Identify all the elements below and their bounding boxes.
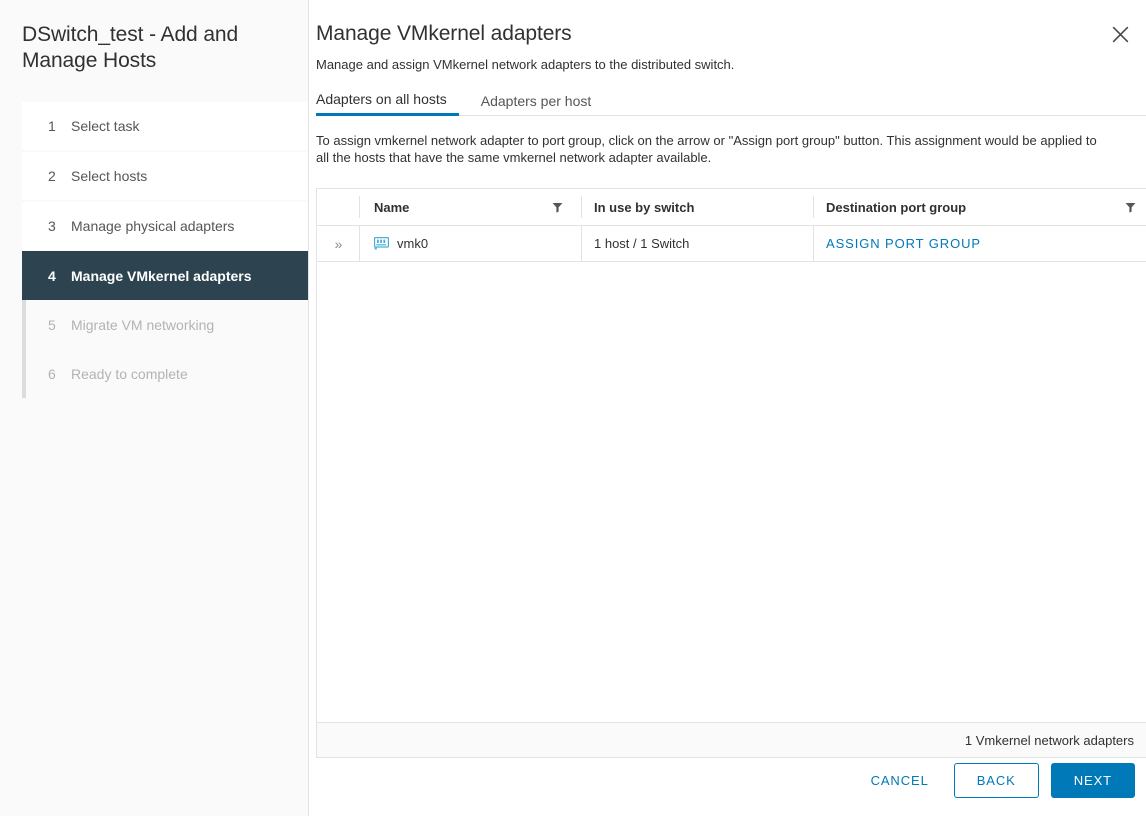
row-name-cell: vmk0 (359, 226, 581, 261)
wizard-main-panel: Manage VMkernel adapters Manage and assi… (309, 0, 1146, 816)
table-body: » vmk0 (317, 226, 1146, 722)
sidebar-step-ready-to-complete: 6 Ready to complete (22, 349, 308, 398)
table-row[interactable]: » vmk0 (317, 226, 1146, 262)
column-label-in-use-by-switch: In use by switch (594, 200, 694, 215)
sidebar-step-manage-physical-adapters[interactable]: 3 Manage physical adapters (22, 202, 308, 251)
table-header-row: Name In use by switch Destination port g… (317, 189, 1146, 226)
tab-bar: Adapters on all hosts Adapters per host (316, 89, 1146, 116)
step-number: 4 (48, 268, 64, 284)
column-label-destination-port-group: Destination port group (826, 200, 966, 215)
next-button[interactable]: NEXT (1051, 763, 1135, 798)
cancel-button[interactable]: CANCEL (856, 763, 944, 798)
step-label: Select task (71, 118, 139, 134)
filter-icon[interactable] (1125, 202, 1136, 213)
tab-adapters-per-host[interactable]: Adapters per host (481, 93, 604, 115)
step-label: Migrate VM networking (71, 317, 214, 333)
step-label: Manage physical adapters (71, 218, 234, 234)
table-header-in-use-by-switch[interactable]: In use by switch (581, 196, 813, 218)
add-and-manage-hosts-wizard: DSwitch_test - Add and Manage Hosts 1 Se… (0, 0, 1146, 816)
row-destination-port-group-cell: ASSIGN PORT GROUP (813, 226, 1146, 261)
table-header-destination-port-group[interactable]: Destination port group (813, 196, 1146, 218)
wizard-sidebar: DSwitch_test - Add and Manage Hosts 1 Se… (0, 0, 309, 816)
wizard-footer: CANCEL BACK NEXT (309, 744, 1146, 816)
step-number: 6 (48, 366, 64, 382)
wizard-title: DSwitch_test - Add and Manage Hosts (0, 0, 308, 74)
assignment-info-text: To assign vmkernel network adapter to po… (316, 132, 1106, 166)
tab-adapters-on-all-hosts[interactable]: Adapters on all hosts (316, 91, 459, 116)
table-header-name[interactable]: Name (359, 196, 581, 218)
tab-label: Adapters on all hosts (316, 91, 447, 107)
filter-icon[interactable] (552, 202, 563, 213)
back-button[interactable]: BACK (954, 763, 1039, 798)
step-number: 1 (48, 118, 64, 134)
step-label: Select hosts (71, 168, 147, 184)
table-header-expander (317, 196, 359, 218)
wizard-step-list: 1 Select task 2 Select hosts 3 Manage ph… (0, 102, 308, 398)
step-number: 2 (48, 168, 64, 184)
step-number: 3 (48, 218, 64, 234)
vmkernel-adapter-icon (374, 237, 389, 250)
vmkernel-adapters-table: Name In use by switch Destination port g… (316, 188, 1146, 758)
page-title: Manage VMkernel adapters (309, 0, 1146, 46)
row-in-use-by-switch-cell: 1 host / 1 Switch (581, 226, 813, 261)
row-in-use-value: 1 host / 1 Switch (594, 236, 689, 251)
row-adapter-name: vmk0 (397, 236, 428, 251)
step-number: 5 (48, 317, 64, 333)
sidebar-step-manage-vmkernel-adapters[interactable]: 4 Manage VMkernel adapters (22, 251, 308, 300)
close-icon[interactable] (1108, 22, 1132, 46)
step-label: Ready to complete (71, 366, 188, 382)
sidebar-step-select-task[interactable]: 1 Select task (22, 102, 308, 151)
sidebar-step-select-hosts[interactable]: 2 Select hosts (22, 152, 308, 201)
step-label: Manage VMkernel adapters (71, 268, 252, 284)
assign-port-group-button[interactable]: ASSIGN PORT GROUP (826, 236, 981, 251)
column-label-name: Name (374, 200, 409, 215)
page-subtitle: Manage and assign VMkernel network adapt… (309, 46, 1146, 72)
tab-label: Adapters per host (481, 93, 592, 109)
double-chevron-right-icon[interactable]: » (335, 236, 342, 252)
sidebar-step-migrate-vm-networking: 5 Migrate VM networking (22, 300, 308, 349)
row-expander-cell[interactable]: » (317, 226, 359, 261)
